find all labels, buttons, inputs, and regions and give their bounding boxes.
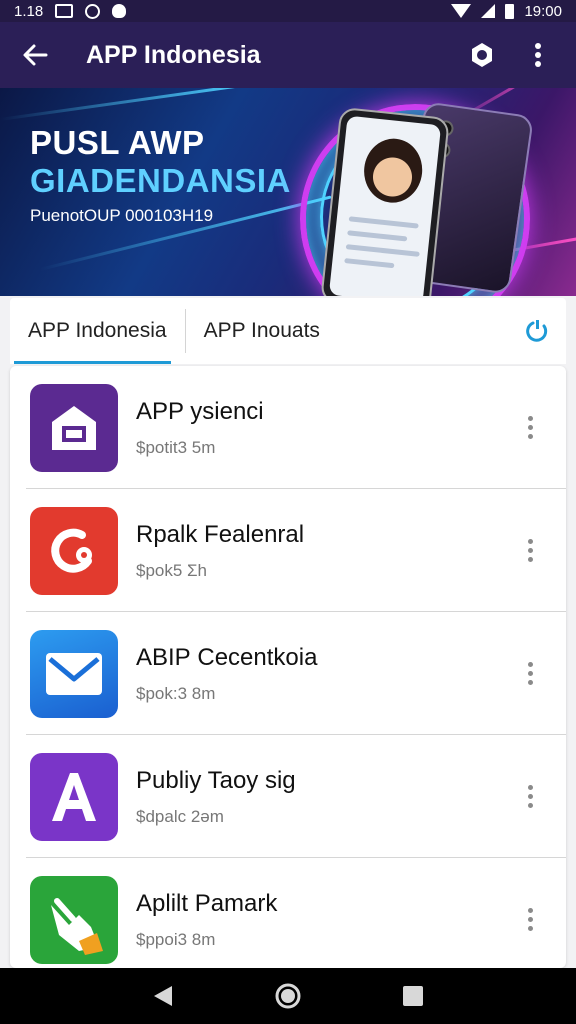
- signal-icon: [481, 4, 496, 18]
- list-item[interactable]: APP ysienci $potit3 5m: [10, 366, 566, 489]
- status-bar: 1.18 19:00: [0, 0, 576, 22]
- status-time-left: 1.18: [14, 2, 44, 20]
- status-time: 19:00: [524, 2, 562, 20]
- list-item[interactable]: Publiy Taoy sig $dpalc 2әm: [10, 735, 566, 858]
- wifi-icon: [451, 4, 472, 18]
- app-meta: $ppoi3 8m: [136, 929, 216, 949]
- image-notification-icon: [55, 4, 74, 18]
- nav-recents-button[interactable]: [393, 976, 433, 1016]
- app-name: ΑBIР Cecentkoia: [136, 643, 318, 671]
- app-name: Rpalk Fealenral: [136, 520, 305, 548]
- refresh-button[interactable]: [522, 316, 552, 346]
- back-button[interactable]: [0, 22, 70, 88]
- app-meta: $dpalc 2әm: [136, 806, 224, 826]
- sync-notification-icon: [85, 3, 101, 19]
- tab-app-indonesia[interactable]: APP Indonesia: [10, 298, 185, 364]
- screen-text-line: [348, 216, 419, 229]
- arrow-left-icon: [23, 44, 48, 66]
- nav-home-button[interactable]: [268, 976, 308, 1016]
- settings-button[interactable]: [460, 33, 504, 77]
- item-menu-button[interactable]: [516, 652, 544, 696]
- screen-text-line: [344, 258, 395, 269]
- app-notification-icon: [112, 4, 127, 18]
- app-meta: $pok5 Σh: [136, 560, 208, 580]
- overflow-menu-button[interactable]: [516, 33, 560, 77]
- system-nav-bar: [0, 968, 576, 1024]
- house-icon: [30, 383, 118, 472]
- app-meta: $potit3 5m: [136, 437, 216, 457]
- app-bar: APP Indonesia: [0, 22, 576, 88]
- circle-home-icon: [275, 983, 301, 1009]
- square-recents-icon: [403, 986, 424, 1006]
- gear-icon: [472, 43, 492, 67]
- item-menu-button[interactable]: [516, 529, 544, 573]
- app-name: APP ysienci: [136, 397, 264, 425]
- tab-app-inouats[interactable]: APP Inouats: [186, 298, 338, 364]
- app-list: APP ysienci $potit3 5m Rpalk Fealenral $…: [10, 366, 566, 968]
- item-menu-button[interactable]: [516, 775, 544, 819]
- screen-text-line: [345, 244, 420, 257]
- hand-icon: [30, 875, 118, 964]
- letter-a-icon: [30, 752, 118, 841]
- list-item[interactable]: ΑBIР Cecentkoia $pok:3 8m: [10, 612, 566, 735]
- phone-icon: [30, 506, 118, 595]
- screen-text-line: [347, 230, 408, 242]
- banner-light-ray: [0, 88, 258, 121]
- triangle-back-icon: [153, 986, 172, 1006]
- nav-back-button[interactable]: [143, 976, 183, 1016]
- banner-subtitle: PuenotOUP 000103H19: [30, 206, 214, 225]
- app-name: Aplilt Pamark: [136, 889, 278, 917]
- banner-title-line1: PUSL AWP: [30, 124, 205, 161]
- app-meta: $pok:3 8m: [136, 683, 216, 703]
- item-menu-button[interactable]: [516, 406, 544, 450]
- phone-front-illustration: [320, 106, 450, 296]
- person-photo: [360, 135, 426, 206]
- refresh-icon: [526, 320, 548, 342]
- item-menu-button[interactable]: [516, 898, 544, 942]
- list-item[interactable]: Rpalk Fealenral $pok5 Σh: [10, 489, 566, 612]
- app-name: Publiy Taoy sig: [136, 766, 296, 794]
- tab-bar: APP Indonesia APP Inouats: [10, 298, 566, 364]
- banner-title-line2: GIADENDANSIA: [30, 162, 291, 199]
- page-title: APP Indonesia: [86, 40, 261, 69]
- list-item[interactable]: Aplilt Pamark $ppoi3 8m: [10, 858, 566, 968]
- promo-banner[interactable]: PUSL AWP GIADENDANSIA PuenotOUP 000103H1…: [0, 88, 576, 296]
- mail-icon: [30, 629, 118, 718]
- battery-icon: [505, 3, 515, 19]
- phone-screen: [328, 115, 442, 296]
- more-vert-icon: [535, 43, 541, 67]
- banner-title: PUSL AWP GIADENDANSIA: [30, 124, 291, 200]
